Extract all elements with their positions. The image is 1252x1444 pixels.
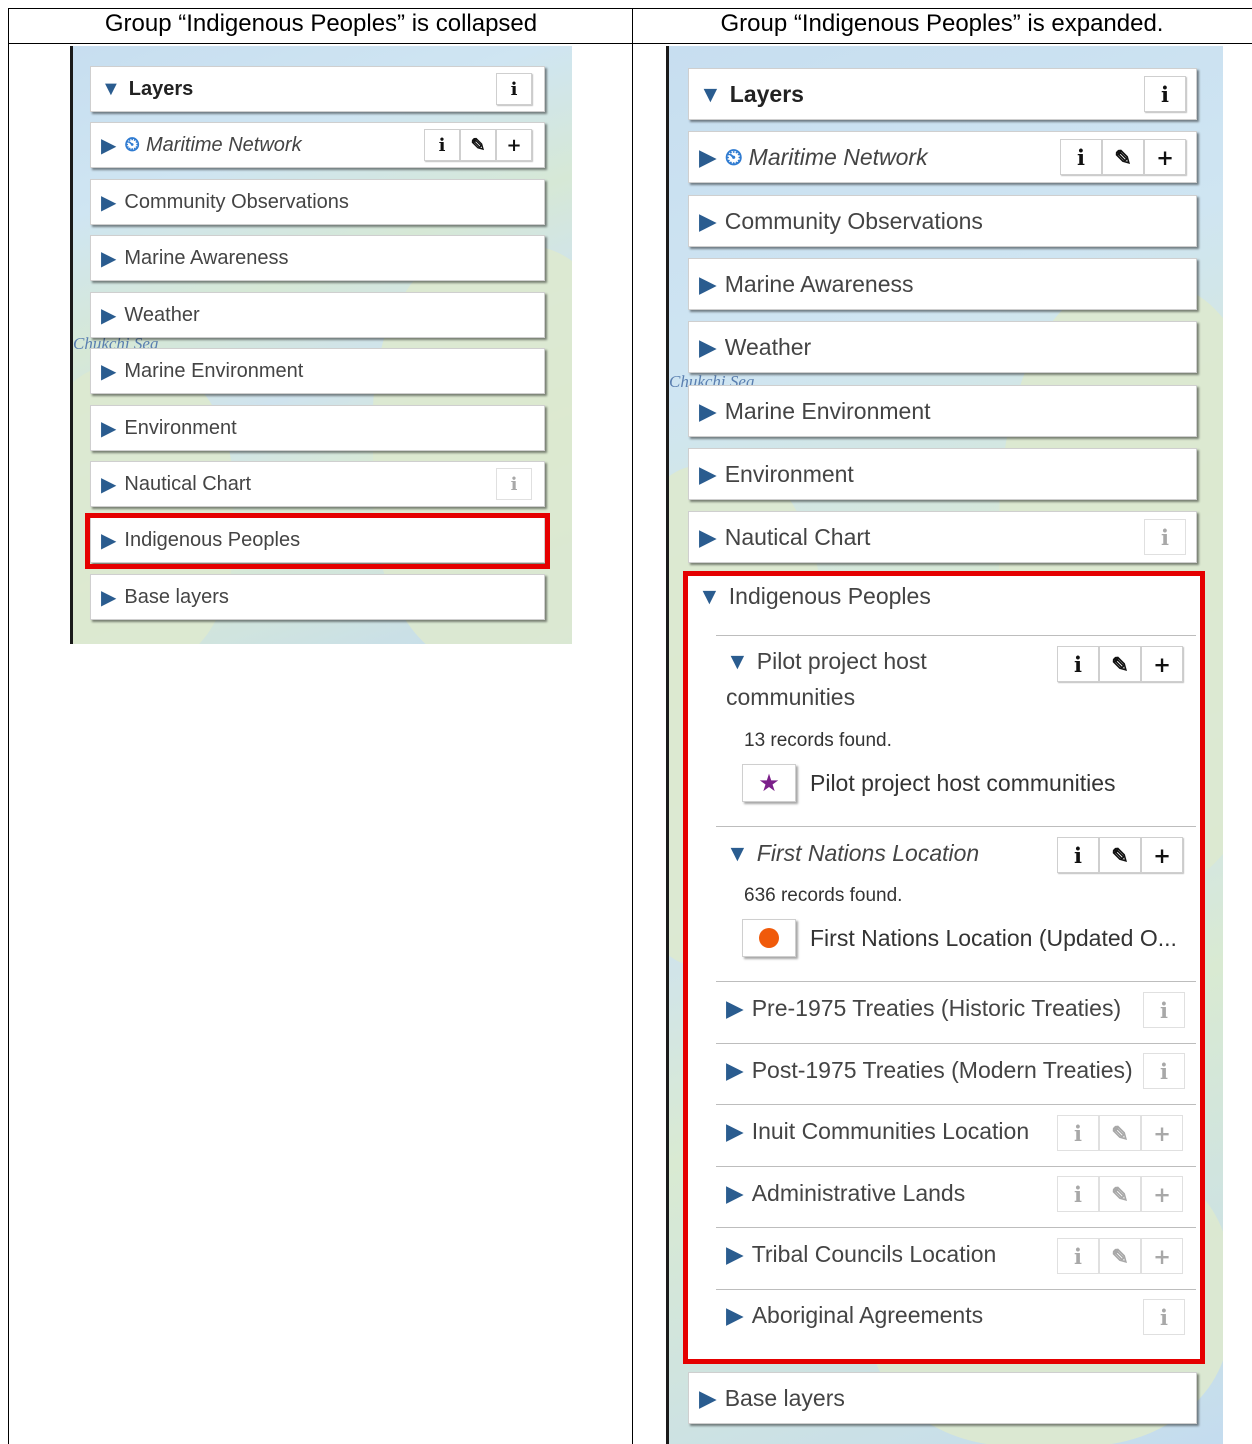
layer-row-maritime-network[interactable]: ▶ ⏲ Maritime Network i ✎ + (688, 131, 1197, 183)
info-button[interactable]: i (1144, 76, 1186, 112)
layer-label: Marine Environment (124, 359, 304, 382)
edit-button[interactable]: ✎ (460, 129, 496, 161)
caret-right-icon: ▶ (101, 360, 117, 383)
layer-label: Weather (724, 333, 812, 360)
layer-row-marine-awareness[interactable]: ▶ Marine Awareness (90, 235, 545, 281)
caret-right-icon: ▶ (699, 270, 717, 297)
edit-button[interactable]: ✎ (1102, 139, 1144, 175)
layer-label: Marine Awareness (124, 246, 289, 269)
layer-label: Community Observations (724, 207, 983, 234)
layer-label: Nautical Chart (124, 472, 252, 495)
layers-title-row[interactable]: ▼ Layers i (688, 68, 1197, 120)
caret-right-icon: ▶ (699, 207, 717, 234)
caret-down-icon: ▼ (101, 77, 121, 100)
caret-right-icon: ▶ (101, 586, 117, 609)
info-button[interactable]: i (1144, 519, 1186, 555)
clock-icon: ⏲ (124, 133, 140, 156)
layer-row-environment[interactable]: ▶ Environment (688, 448, 1197, 500)
info-button[interactable]: i (1060, 139, 1102, 175)
caret-right-icon: ▶ (699, 143, 717, 170)
caret-right-icon: ▶ (101, 134, 117, 157)
caret-right-icon: ▶ (101, 191, 117, 214)
layer-row-weather[interactable]: ▶ Weather (90, 292, 545, 338)
layers-title: Layers (729, 80, 804, 107)
highlight-box-collapsed (85, 513, 550, 569)
layer-label: Community Observations (124, 190, 349, 213)
caret-right-icon: ▶ (699, 1384, 717, 1411)
layer-row-nautical-chart[interactable]: ▶ Nautical Chart i (688, 511, 1197, 563)
caret-right-icon: ▶ (699, 397, 717, 424)
layer-row-marine-awareness[interactable]: ▶ Marine Awareness (688, 258, 1197, 310)
layer-label: Weather (124, 303, 200, 326)
layer-label: Nautical Chart (724, 523, 871, 550)
layer-label: Environment (124, 416, 237, 439)
caret-right-icon: ▶ (101, 473, 117, 496)
layer-label: Base layers (124, 585, 229, 608)
header-expanded: Group “Indigenous Peoples” is expanded. (720, 10, 1164, 37)
layer-label: Environment (724, 460, 854, 487)
caret-right-icon: ▶ (101, 247, 117, 270)
header-divider (8, 43, 1252, 44)
layer-label: Maritime Network (748, 143, 928, 170)
layers-title-row[interactable]: ▼ Layers i (90, 66, 545, 112)
caret-right-icon: ▶ (101, 417, 117, 440)
caret-right-icon: ▶ (699, 460, 717, 487)
caret-right-icon: ▶ (699, 523, 717, 550)
layer-row-community-observations[interactable]: ▶ Community Observations (688, 195, 1197, 247)
header-collapsed: Group “Indigenous Peoples” is collapsed (104, 10, 538, 37)
highlight-box-expanded (683, 571, 1205, 1364)
info-button[interactable]: i (496, 468, 532, 500)
layer-row-marine-environment[interactable]: ▶ Marine Environment (688, 385, 1197, 437)
clock-icon: ⏲ (724, 143, 743, 170)
layer-row-marine-environment[interactable]: ▶ Marine Environment (90, 348, 545, 394)
caret-down-icon: ▼ (699, 80, 722, 107)
layer-row-base-layers[interactable]: ▶ Base layers (688, 1372, 1197, 1424)
layer-label: Maritime Network (146, 133, 302, 156)
column-divider (632, 8, 633, 1444)
layer-row-community-observations[interactable]: ▶ Community Observations (90, 179, 545, 225)
layer-row-nautical-chart[interactable]: ▶ Nautical Chart i (90, 461, 545, 507)
add-button[interactable]: + (1144, 139, 1186, 175)
layer-row-environment[interactable]: ▶ Environment (90, 405, 545, 451)
layers-title: Layers (128, 77, 194, 100)
caret-right-icon: ▶ (101, 304, 117, 327)
layer-row-maritime-network[interactable]: ▶ ⏲ Maritime Network i ✎ + (90, 122, 545, 168)
info-button[interactable]: i (496, 73, 532, 105)
layer-label: Base layers (724, 1384, 845, 1411)
layer-label: Marine Environment (724, 397, 931, 424)
layer-row-weather[interactable]: ▶ Weather (688, 321, 1197, 373)
layer-row-base-layers[interactable]: ▶ Base layers (90, 574, 545, 620)
caret-right-icon: ▶ (699, 333, 717, 360)
layer-label: Marine Awareness (724, 270, 914, 297)
info-button[interactable]: i (424, 129, 460, 161)
add-button[interactable]: + (496, 129, 532, 161)
